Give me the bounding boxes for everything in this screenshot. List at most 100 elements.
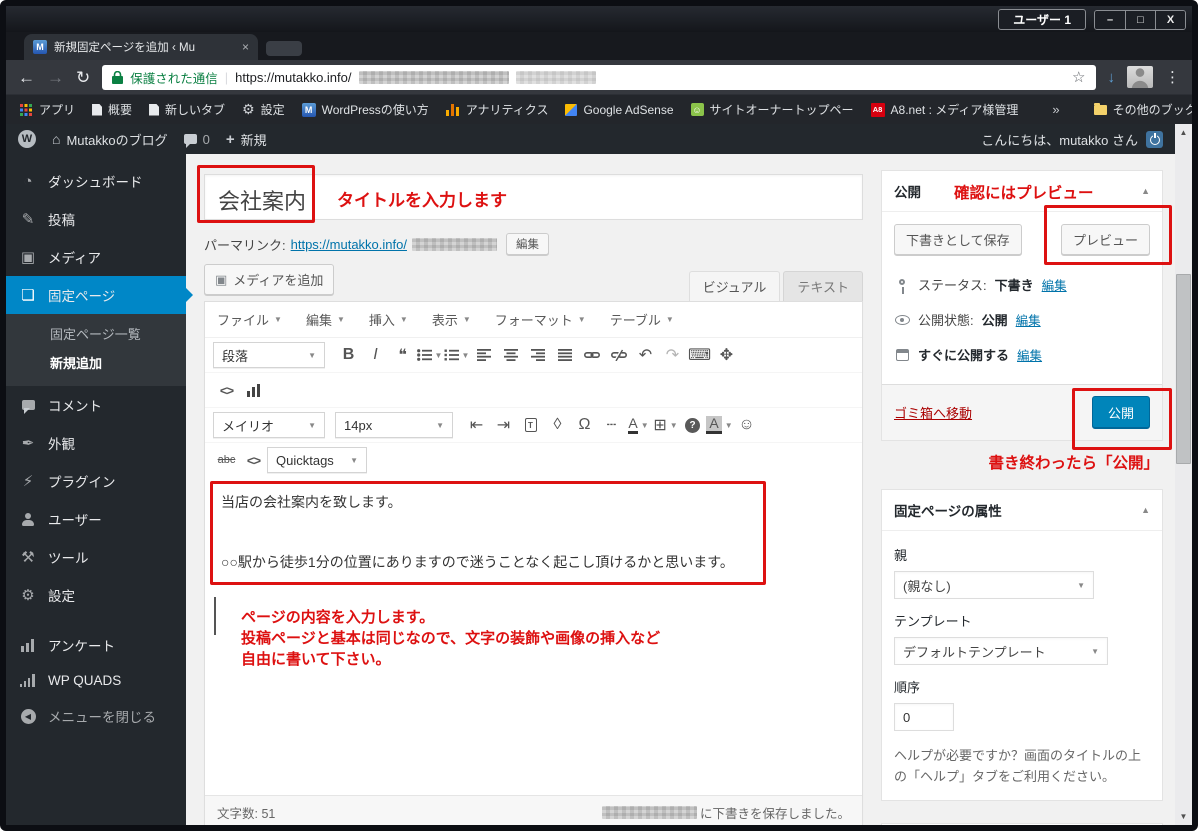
align-right-button[interactable] xyxy=(524,342,551,368)
save-draft-button[interactable]: 下書きとして保存 xyxy=(894,224,1022,255)
bookmark-item[interactable]: M WordPressの使い方 xyxy=(301,101,429,118)
sidebar-item-comments[interactable]: コメント xyxy=(6,386,186,424)
panel-toggle-icon[interactable]: ▲ xyxy=(1141,186,1150,196)
code-quicktag-icon[interactable]: <> xyxy=(240,447,267,473)
other-bookmarks-button[interactable]: その他のブックマーク xyxy=(1093,101,1192,118)
preview-button[interactable]: プレビュー xyxy=(1060,224,1150,255)
tab-visual[interactable]: ビジュアル xyxy=(688,271,781,301)
font-family-select[interactable]: メイリオ ▼ xyxy=(213,412,325,438)
help-button[interactable]: ? xyxy=(679,412,706,438)
align-center-button[interactable] xyxy=(497,342,524,368)
secure-label[interactable]: 保護された通信 xyxy=(130,68,218,87)
paragraph-select[interactable]: 段落 ▼ xyxy=(213,342,325,368)
link-icon[interactable] xyxy=(578,342,605,368)
sidebar-item-users[interactable]: ユーザー xyxy=(6,500,186,538)
reload-icon[interactable]: ↻ xyxy=(76,69,90,86)
publish-button[interactable]: 公開 xyxy=(1091,396,1150,429)
paste-as-text-icon[interactable]: T xyxy=(517,412,544,438)
bookmark-item[interactable]: 概要 xyxy=(92,101,132,118)
sidebar-item-collapse-menu[interactable]: ◀ メニューを閉じる xyxy=(6,697,186,735)
sidebar-item-posts[interactable]: ✎ 投稿 xyxy=(6,200,186,238)
close-button[interactable]: X xyxy=(1155,10,1185,29)
menu-insert[interactable]: 挿入 ▼ xyxy=(369,310,408,329)
menu-format[interactable]: フォーマット ▼ xyxy=(495,310,586,329)
bookmarks-overflow-icon[interactable]: » xyxy=(1052,102,1059,117)
sidebar-item-plugins[interactable]: ⚡ プラグイン xyxy=(6,462,186,500)
scroll-up-icon[interactable]: ▲ xyxy=(1175,124,1192,141)
fullscreen-icon[interactable]: ✥ xyxy=(713,342,740,368)
bookmark-item[interactable]: A8 A8.net : メディア様管理 xyxy=(870,101,1018,118)
page-break-icon[interactable]: ┄ xyxy=(598,412,625,438)
sidebar-item-appearance[interactable]: ✒ 外観 xyxy=(6,424,186,462)
tab-close-icon[interactable]: × xyxy=(242,40,249,54)
edit-visibility-link[interactable]: 編集 xyxy=(1016,310,1041,329)
minimize-button[interactable]: – xyxy=(1095,10,1125,29)
sidebar-item-dashboard[interactable]: ◔ ダッシュボード xyxy=(6,162,186,200)
bookmark-item[interactable]: Google AdSense xyxy=(565,103,674,117)
edit-status-link[interactable]: 編集 xyxy=(1042,275,1067,294)
maximize-button[interactable]: □ xyxy=(1125,10,1155,29)
bookmark-item[interactable]: ☺ サイトオーナートップペー xyxy=(690,101,854,118)
strikethrough-button[interactable]: abc xyxy=(213,447,240,473)
scroll-down-icon[interactable]: ▼ xyxy=(1175,808,1192,825)
order-input[interactable]: 0 xyxy=(894,703,954,731)
table-button[interactable]: ⊞ ▼ xyxy=(652,412,679,438)
code-view-icon[interactable]: <> xyxy=(213,377,240,403)
wp-logo-menu[interactable]: W xyxy=(18,130,36,148)
sidebar-item-wpquads[interactable]: WP QUADS xyxy=(6,664,186,697)
move-to-trash-link[interactable]: ゴミ箱へ移動 xyxy=(894,403,972,422)
add-media-button[interactable]: ▣ メディアを追加 xyxy=(204,264,335,295)
edit-schedule-link[interactable]: 編集 xyxy=(1017,345,1042,364)
numbered-list-button[interactable]: ▼ xyxy=(443,342,470,368)
menu-file[interactable]: ファイル ▼ xyxy=(217,310,282,329)
browser-menu-icon[interactable]: ⋮ xyxy=(1165,68,1180,86)
sidebar-item-tools[interactable]: ⚒ ツール xyxy=(6,538,186,576)
align-left-button[interactable] xyxy=(470,342,497,368)
menu-edit[interactable]: 編集 ▼ xyxy=(306,310,345,329)
quicktags-select[interactable]: Quicktags ▼ xyxy=(267,447,367,473)
new-content-menu[interactable]: + 新規 xyxy=(226,130,267,149)
browser-tab[interactable]: M 新規固定ページを追加 ‹ Mu × xyxy=(24,34,258,60)
submenu-item-add-new[interactable]: 新規追加 xyxy=(6,348,186,377)
site-name-menu[interactable]: ⌂ Mutakkoのブログ xyxy=(52,130,168,149)
address-bar[interactable]: 保護された通信 | https://mutakko.info/ ☆ xyxy=(102,64,1096,90)
editor-content-area[interactable]: 当店の会社案内を致します。 ○○駅から徒歩1分の位置にありますので迷うことなく起… xyxy=(205,477,862,795)
scrollbar-thumb[interactable] xyxy=(1176,274,1191,464)
special-char-button[interactable]: Ω xyxy=(571,412,598,438)
bookmark-item[interactable]: ⚙ 設定 xyxy=(242,101,285,118)
panel-toggle-icon[interactable]: ▲ xyxy=(1141,505,1150,515)
blockquote-button[interactable]: ❝ xyxy=(389,342,416,368)
unlink-icon[interactable] xyxy=(605,342,632,368)
background-color-button[interactable]: A ▼ xyxy=(706,412,733,438)
parent-select[interactable]: (親なし) ▼ xyxy=(894,571,1094,599)
sidebar-item-pages[interactable]: ❏ 固定ページ xyxy=(6,276,193,314)
indent-less-icon[interactable]: ⇤ xyxy=(463,412,490,438)
undo-button[interactable]: ↶ xyxy=(632,342,659,368)
bold-button[interactable]: B xyxy=(335,342,362,368)
bookmark-item[interactable]: アナリティクス xyxy=(445,101,548,118)
profile-avatar[interactable] xyxy=(1127,66,1153,88)
bullet-list-button[interactable]: ▼ xyxy=(416,342,443,368)
template-select[interactable]: デフォルトテンプレート ▼ xyxy=(894,637,1108,665)
page-title-input[interactable]: 会社案内 xyxy=(204,174,863,220)
redo-button[interactable]: ↷ xyxy=(659,342,686,368)
font-size-select[interactable]: 14px ▼ xyxy=(335,412,453,438)
bookmark-item[interactable]: 新しいタブ xyxy=(149,101,225,118)
comments-menu[interactable]: 0 xyxy=(183,132,210,148)
indent-more-icon[interactable]: ⇥ xyxy=(490,412,517,438)
submenu-item-all-pages[interactable]: 固定ページ一覧 xyxy=(6,319,186,348)
sidebar-item-settings[interactable]: ⚙ 設定 xyxy=(6,576,186,614)
text-color-button[interactable]: A ▼ xyxy=(625,412,652,438)
menu-view[interactable]: 表示 ▼ xyxy=(432,310,471,329)
tab-text[interactable]: テキスト xyxy=(783,271,863,301)
clear-formatting-icon[interactable]: ◊ xyxy=(544,412,571,438)
back-icon[interactable]: ← xyxy=(18,69,35,86)
keyboard-shortcuts-icon[interactable]: ⌨ xyxy=(686,342,713,368)
chart-shortcode-icon[interactable] xyxy=(240,377,267,403)
sidebar-item-survey[interactable]: アンケート xyxy=(6,626,186,664)
italic-button[interactable]: I xyxy=(362,342,389,368)
menu-table[interactable]: テーブル ▼ xyxy=(610,310,674,329)
justify-button[interactable] xyxy=(551,342,578,368)
bookmark-apps[interactable]: アプリ xyxy=(18,101,75,118)
download-icon[interactable]: ↓ xyxy=(1108,69,1116,86)
